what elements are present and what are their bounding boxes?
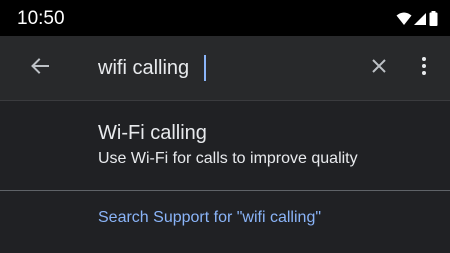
text-cursor	[204, 55, 206, 81]
cell-signal-icon	[414, 12, 427, 26]
more-vert-icon	[422, 56, 426, 80]
close-icon	[372, 58, 386, 78]
back-button[interactable]	[28, 56, 52, 80]
search-bar	[0, 36, 450, 101]
settings-search-screen: 10:50 wifi calling Wi-Fi calling Use Wi-…	[0, 0, 450, 253]
wifi-icon	[396, 12, 412, 26]
status-bar: 10:50	[0, 0, 450, 36]
status-icons	[396, 11, 438, 26]
search-support-link[interactable]: Search Support for "wifi calling"	[98, 208, 321, 228]
result-title: Wi-Fi calling	[98, 122, 207, 144]
arrow-back-icon	[31, 57, 49, 80]
search-input[interactable]	[98, 54, 358, 82]
search-result-wifi-calling[interactable]: Wi-Fi calling Use Wi-Fi for calls to imp…	[0, 101, 450, 190]
battery-icon	[429, 11, 438, 26]
result-subtitle: Use Wi-Fi for calls to improve quality	[98, 150, 358, 167]
more-options-button[interactable]	[417, 56, 431, 80]
clear-search-button[interactable]	[368, 57, 390, 79]
status-time: 10:50	[17, 8, 65, 29]
divider	[0, 190, 450, 191]
